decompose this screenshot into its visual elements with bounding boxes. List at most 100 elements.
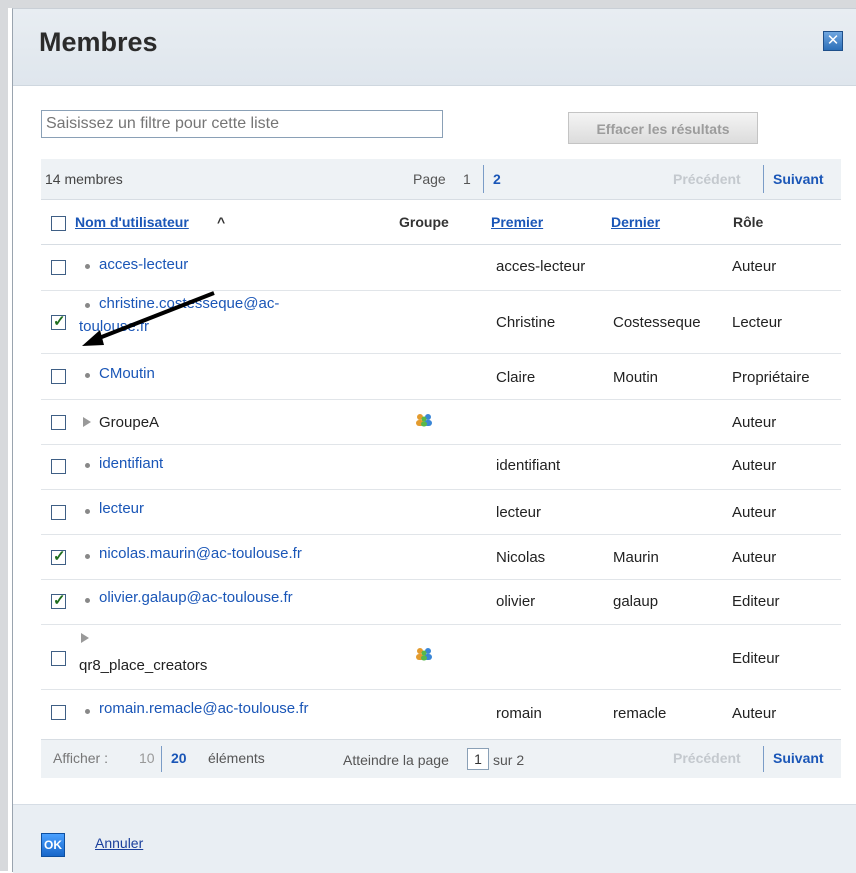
elements-label: éléments [208, 750, 265, 766]
row-checkbox[interactable] [51, 415, 66, 430]
table-row: nicolas.maurin@ac-toulouse.fr Nicolas Ma… [41, 535, 841, 580]
first-name: lecteur [496, 504, 542, 521]
row-checkbox[interactable] [51, 459, 66, 474]
dialog-titlebar: Membres ✕ [13, 9, 856, 86]
page-label: Page [413, 171, 446, 187]
first-name: acces-lecteur [496, 258, 586, 275]
expand-icon[interactable] [83, 417, 91, 427]
user-link[interactable]: lecteur [99, 500, 144, 517]
divider [763, 746, 764, 772]
member-count: 14 membres [45, 171, 123, 187]
bullet-icon [85, 554, 90, 559]
role: Editeur [732, 593, 780, 610]
group-icon [416, 648, 432, 661]
role: Auteur [732, 414, 777, 431]
row-checkbox[interactable] [51, 547, 66, 565]
first-name: Nicolas [496, 549, 546, 566]
role: Editeur [732, 650, 780, 667]
first-name: Claire [496, 369, 536, 386]
table-row: GroupeA Auteur [41, 400, 841, 445]
select-all-checkbox[interactable] [51, 216, 66, 231]
next-link[interactable]: Suivant [773, 171, 824, 187]
role: Auteur [732, 457, 777, 474]
table-row: acces-lecteur acces-lecteur Auteur [41, 245, 841, 291]
expand-icon[interactable] [81, 633, 89, 643]
goto-page-input[interactable]: 1 [467, 748, 489, 770]
column-role: Rôle [733, 214, 764, 230]
row-checkbox[interactable] [51, 705, 66, 720]
members-dialog: Membres ✕ Effacer les résultats 14 membr… [12, 8, 856, 873]
row-checkbox[interactable] [51, 591, 66, 609]
last-name: Moutin [613, 369, 659, 386]
user-link[interactable]: identifiant [99, 455, 163, 472]
first-name: romain [496, 705, 542, 722]
first-name: olivier [496, 593, 536, 610]
divider [483, 165, 484, 193]
bullet-icon [85, 373, 90, 378]
user-link[interactable]: CMoutin [99, 365, 155, 382]
table-row: olivier.galaup@ac-toulouse.fr olivier ga… [41, 580, 841, 625]
table-row: qr8_place_creators Editeur [41, 625, 841, 690]
show-label: Afficher : [53, 750, 108, 766]
table-header: Nom d'utilisateur ^ Groupe Premier Derni… [41, 202, 841, 245]
bullet-icon [85, 463, 90, 468]
cancel-link[interactable]: Annuler [95, 835, 143, 851]
table-row: lecteur lecteur Auteur [41, 490, 841, 535]
clear-results-button[interactable]: Effacer les résultats [568, 112, 758, 144]
table-row: identifiant identifiant Auteur [41, 445, 841, 490]
bullet-icon [85, 509, 90, 514]
row-checkbox[interactable] [51, 505, 66, 520]
row-checkbox[interactable] [51, 312, 66, 330]
first-name: Christine [496, 314, 556, 331]
window-top-edge [0, 0, 856, 8]
close-icon[interactable]: ✕ [823, 31, 843, 51]
sort-username[interactable]: Nom d'utilisateur [75, 214, 189, 230]
filter-input[interactable] [41, 110, 443, 138]
prev-link-bottom[interactable]: Précédent [673, 750, 741, 766]
role: Auteur [732, 549, 777, 566]
page-size-20[interactable]: 20 [171, 750, 187, 766]
last-name: Costesseque [613, 314, 701, 331]
user-link[interactable]: nicolas.maurin@ac-toulouse.fr [99, 545, 302, 562]
last-name: galaup [613, 593, 659, 610]
bullet-icon [85, 303, 90, 308]
row-checkbox[interactable] [51, 369, 66, 384]
pager-top: 14 membres Page 1 2 Précédent Suivant [41, 159, 841, 200]
first-name: identifiant [496, 457, 561, 474]
page-current: 1 [463, 171, 471, 187]
column-group: Groupe [399, 214, 449, 230]
user-link[interactable]: olivier.galaup@ac-toulouse.fr [99, 589, 293, 606]
sort-last[interactable]: Dernier [611, 214, 660, 230]
row-checkbox[interactable] [51, 260, 66, 275]
next-link-bottom[interactable]: Suivant [773, 750, 824, 766]
role: Auteur [732, 504, 777, 521]
group-name: qr8_place_creators [79, 657, 208, 674]
user-link[interactable]: romain.remacle@ac-toulouse.fr [99, 700, 308, 717]
last-name: Maurin [613, 549, 659, 566]
role: Lecteur [732, 314, 783, 331]
user-link[interactable]: christine.costesseque@ac- [99, 295, 279, 312]
divider [161, 746, 162, 772]
sort-indicator-icon: ^ [217, 214, 226, 230]
user-link-cont[interactable]: toulouse.fr [79, 318, 149, 335]
prev-link[interactable]: Précédent [673, 171, 741, 187]
bullet-icon [85, 709, 90, 714]
table-row: CMoutin Claire Moutin Propriétaire [41, 354, 841, 400]
of-label: sur 2 [493, 752, 525, 768]
sort-first[interactable]: Premier [491, 214, 543, 230]
page-2-link[interactable]: 2 [493, 171, 501, 187]
pager-bottom: Afficher : 10 20 éléments Atteindre la p… [41, 739, 841, 778]
page-size-10[interactable]: 10 [139, 750, 155, 766]
table-row: romain.remacle@ac-toulouse.fr romain rem… [41, 690, 841, 737]
bullet-icon [85, 264, 90, 269]
user-link[interactable]: acces-lecteur [99, 256, 188, 273]
role: Auteur [732, 258, 777, 275]
role: Propriétaire [732, 369, 810, 386]
goto-label: Atteindre la page [343, 752, 449, 768]
row-checkbox[interactable] [51, 651, 66, 666]
bullet-icon [85, 598, 90, 603]
divider [763, 165, 764, 193]
dialog-footer: OK Annuler [13, 804, 856, 873]
ok-button[interactable]: OK [41, 833, 65, 857]
window-left-edge [0, 0, 8, 871]
